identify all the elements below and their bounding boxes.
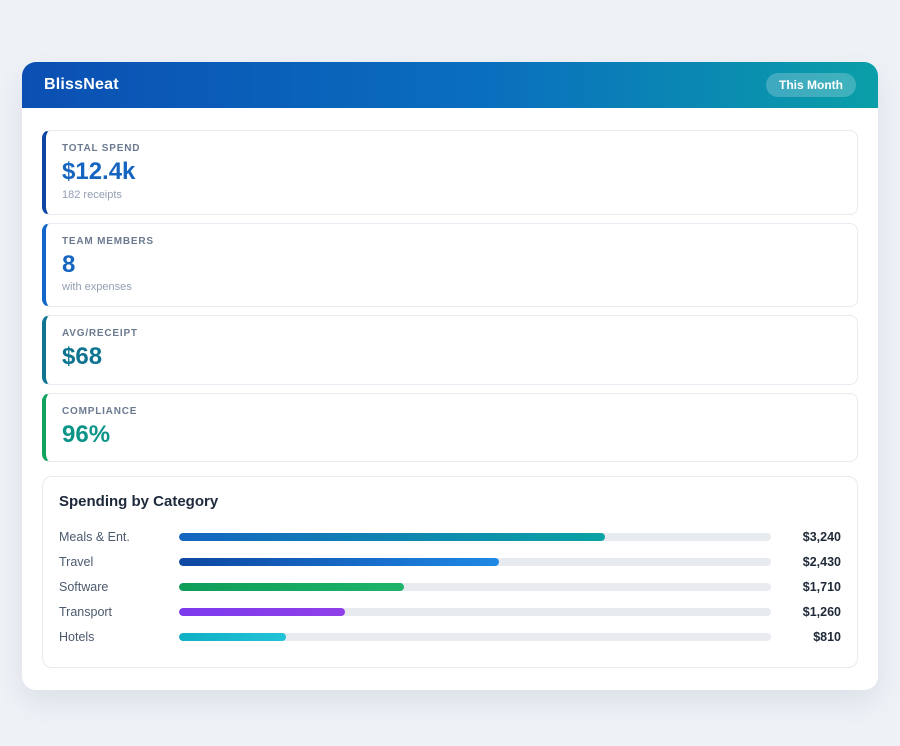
- category-label: Hotels: [59, 630, 179, 644]
- category-row: Software $1,710: [59, 574, 841, 599]
- period-badge[interactable]: This Month: [766, 73, 856, 97]
- category-bar-fill: [179, 583, 404, 591]
- category-row: Transport $1,260: [59, 599, 841, 624]
- stat-value: 8: [62, 251, 841, 279]
- stat-subtext: with expenses: [62, 281, 841, 293]
- category-bar-fill: [179, 608, 345, 616]
- category-row: Travel $2,430: [59, 549, 841, 574]
- stat-subtext: 182 receipts: [62, 189, 841, 201]
- category-label: Software: [59, 580, 179, 594]
- category-bar-track: [179, 558, 771, 566]
- stat-card: TEAM MEMBERS 8 with expenses: [42, 223, 858, 308]
- stat-label: TEAM MEMBERS: [62, 236, 841, 247]
- category-label: Travel: [59, 555, 179, 569]
- category-value: $810: [771, 630, 841, 644]
- category-rows: Meals & Ent. $3,240 Travel $2,430 Softwa…: [59, 524, 841, 649]
- category-label: Meals & Ent.: [59, 530, 179, 544]
- category-bar-fill: [179, 533, 605, 541]
- category-bar-fill: [179, 558, 499, 566]
- category-value: $1,260: [771, 605, 841, 619]
- category-value: $2,430: [771, 555, 841, 569]
- spending-section: Spending by Category Meals & Ent. $3,240…: [42, 476, 858, 668]
- stat-card: AVG/RECEIPT $68: [42, 315, 858, 385]
- category-bar-track: [179, 583, 771, 591]
- stat-card: COMPLIANCE 96%: [42, 393, 858, 463]
- category-row: Hotels $810: [59, 624, 841, 649]
- category-value: $3,240: [771, 530, 841, 544]
- stat-value: $68: [62, 343, 841, 371]
- section-title: Spending by Category: [59, 493, 841, 510]
- category-label: Transport: [59, 605, 179, 619]
- stat-label: AVG/RECEIPT: [62, 328, 841, 339]
- category-value: $1,710: [771, 580, 841, 594]
- app-header: BlissNeat This Month: [22, 62, 878, 108]
- category-bar-track: [179, 533, 771, 541]
- category-bar-track: [179, 608, 771, 616]
- stat-label: TOTAL SPEND: [62, 143, 841, 154]
- category-row: Meals & Ent. $3,240: [59, 524, 841, 549]
- app-title: BlissNeat: [44, 76, 119, 94]
- stat-value: $12.4k: [62, 158, 841, 186]
- category-bar-track: [179, 633, 771, 641]
- category-bar-fill: [179, 633, 286, 641]
- stats-list: TOTAL SPEND $12.4k 182 receipts TEAM MEM…: [42, 130, 858, 462]
- stat-label: COMPLIANCE: [62, 406, 841, 417]
- content-area: TOTAL SPEND $12.4k 182 receipts TEAM MEM…: [22, 108, 878, 690]
- dashboard-card: BlissNeat This Month TOTAL SPEND $12.4k …: [22, 62, 878, 690]
- stat-card: TOTAL SPEND $12.4k 182 receipts: [42, 130, 858, 215]
- stat-value: 96%: [62, 421, 841, 449]
